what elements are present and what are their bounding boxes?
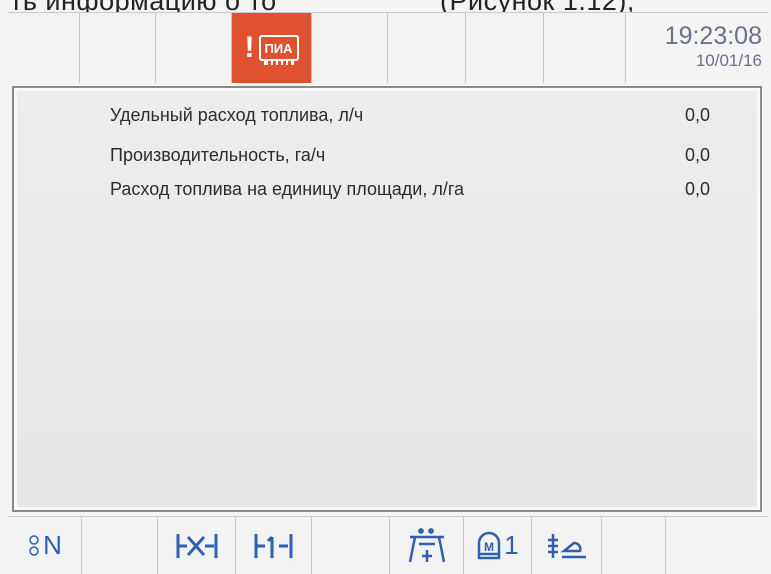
alarm-label: ПИА <box>264 40 293 56</box>
hitch-button[interactable] <box>390 517 464 574</box>
function-slot-5[interactable] <box>312 517 390 574</box>
motor-button[interactable]: M 1 <box>464 517 532 574</box>
motor-index: 1 <box>504 530 519 560</box>
function-slot-10[interactable] <box>666 517 768 574</box>
differential-lock-icon <box>176 533 217 558</box>
front-axle-drive-icon <box>254 533 292 558</box>
warning-icon: ! <box>244 31 255 64</box>
axle-drive-button[interactable] <box>236 517 312 574</box>
motor-icon: M <box>478 531 501 559</box>
alarm-indicator[interactable]: ! ПИА <box>232 13 312 83</box>
row-label: Расход топлива на единицу площади, л/га <box>110 179 465 199</box>
lift-position-icon <box>547 533 586 558</box>
page-caption-fragment: ть информацию о то (Рисунок 1.12); <box>0 0 771 12</box>
caption-right: (Рисунок 1.12); <box>440 0 635 12</box>
lift-button[interactable] <box>532 517 602 574</box>
gear-label: N <box>43 530 62 560</box>
gear-indicator-icon <box>29 534 39 556</box>
clock-time: 19:23:08 <box>664 22 762 50</box>
row-value: 0,0 <box>684 105 710 125</box>
status-slot-5[interactable] <box>312 13 388 83</box>
function-slot-9[interactable] <box>602 517 666 574</box>
status-slot-6[interactable] <box>388 13 466 83</box>
status-slot-2[interactable] <box>80 13 156 83</box>
row-label: Производительность, га/ч <box>110 145 326 165</box>
fuel-info-panel: Удельный расход топлива, л/ч 0,0 Произво… <box>12 86 762 512</box>
info-row: Удельный расход топлива, л/ч 0,0 <box>110 105 730 131</box>
row-label: Удельный расход топлива, л/ч <box>110 105 364 125</box>
status-slot-1[interactable] <box>8 13 80 83</box>
axle-lock-button[interactable] <box>158 517 236 574</box>
status-slot-7[interactable] <box>466 13 544 83</box>
gear-neutral-button[interactable]: N <box>8 517 82 574</box>
bottom-function-bar: N M 1 <box>8 516 768 574</box>
caption-left: ть информацию о то <box>10 0 277 12</box>
clock-date: 10/01/16 <box>695 51 762 70</box>
controller-chip-icon: ПИА <box>258 35 299 65</box>
status-slot-8[interactable] <box>544 13 626 83</box>
svg-text:M: M <box>484 540 494 554</box>
top-status-bar: ! ПИА 19:23:08 10/01/16 <box>8 12 768 83</box>
info-row: Расход топлива на единицу площади, л/га … <box>110 179 730 205</box>
rear-hitch-icon <box>408 527 445 562</box>
row-value: 0,0 <box>684 179 710 199</box>
row-value: 0,0 <box>684 145 710 165</box>
status-slot-3[interactable] <box>156 13 232 83</box>
function-slot-2[interactable] <box>82 517 158 574</box>
info-row: Производительность, га/ч 0,0 <box>110 145 730 171</box>
clock: 19:23:08 10/01/16 <box>626 13 768 83</box>
